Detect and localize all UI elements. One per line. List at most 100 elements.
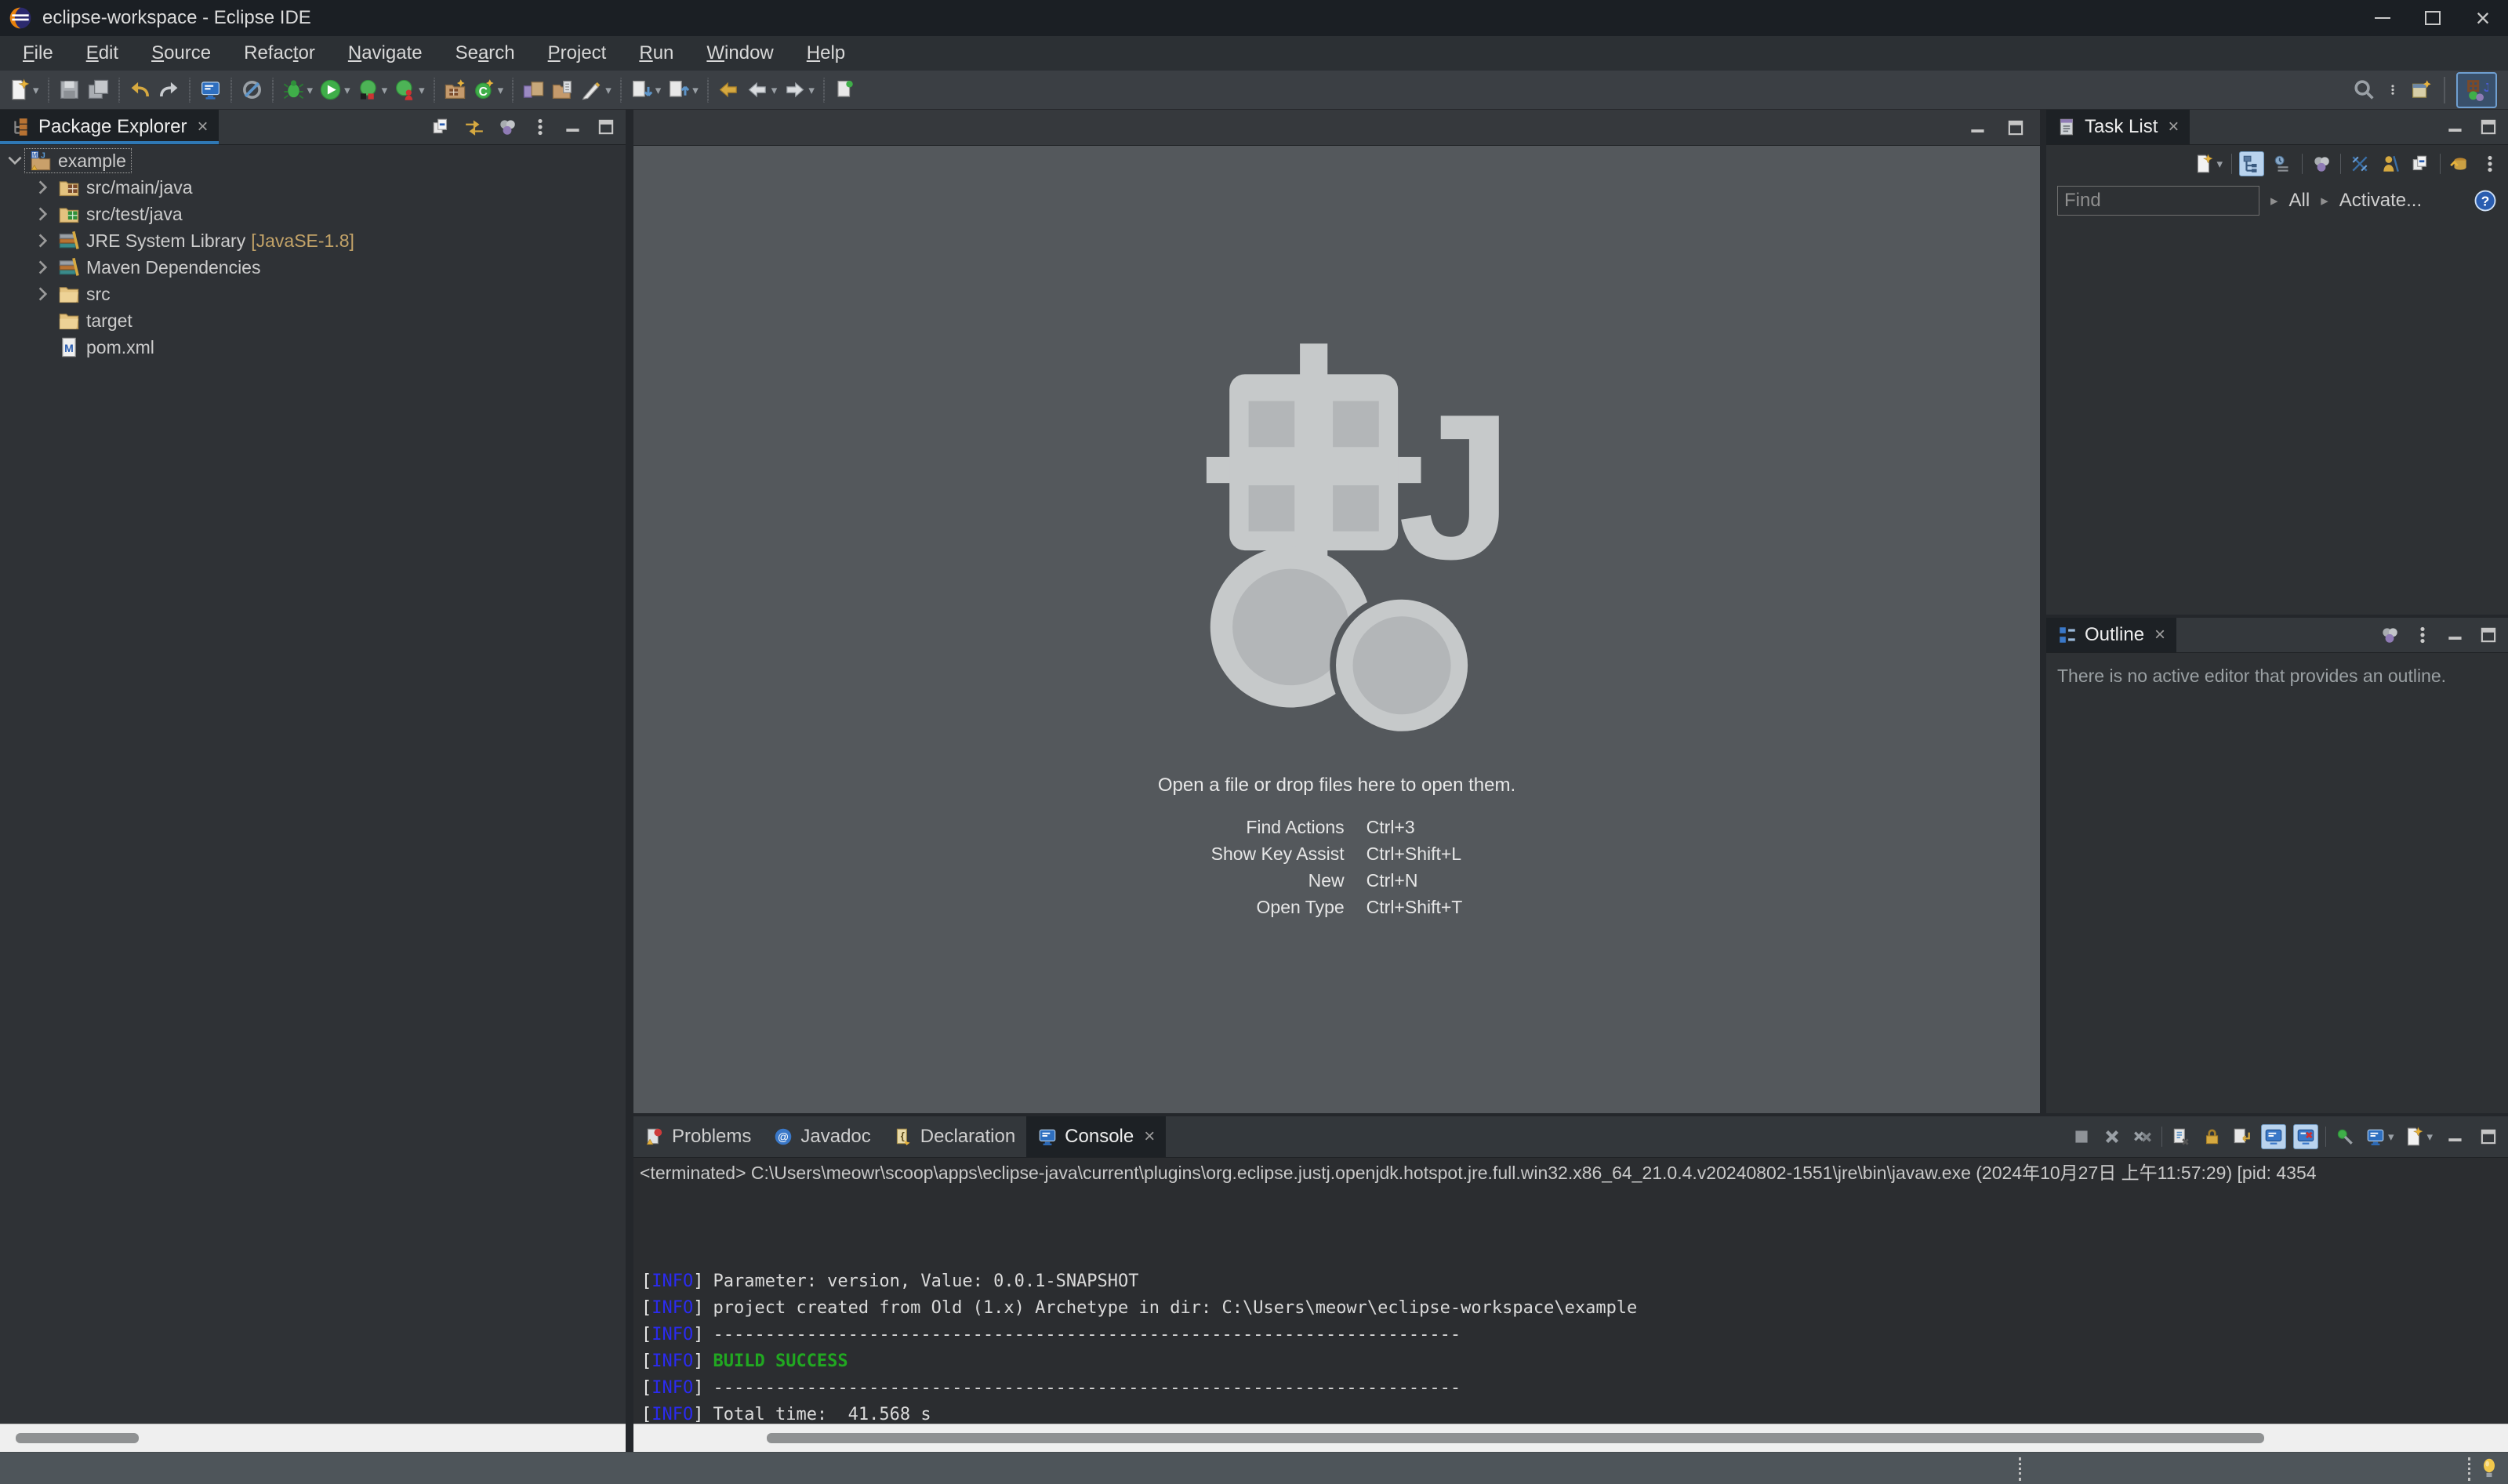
open-console-button[interactable]: ▾ bbox=[2402, 1125, 2434, 1148]
console-log[interactable]: [INFO]Parameter: version, Value: 0.0.1-S… bbox=[633, 1185, 2508, 1424]
view-menu-button[interactable]: ▾ bbox=[2478, 152, 2502, 176]
menu-item[interactable]: Help bbox=[790, 42, 862, 64]
toolbar-button[interactable]: ▾ bbox=[434, 78, 435, 103]
last-edit-location-button[interactable]: ▾ bbox=[714, 74, 743, 107]
tree-item[interactable]: src/main/java bbox=[0, 174, 626, 201]
tree-item[interactable]: target bbox=[0, 307, 626, 334]
menu-item[interactable]: Search bbox=[439, 42, 532, 64]
filter-completed-button[interactable]: ▾ bbox=[2348, 152, 2372, 176]
new-class-button[interactable]: ▾ bbox=[470, 74, 507, 107]
minimize-editor-button[interactable] bbox=[1966, 116, 1990, 140]
minimize-view-button[interactable] bbox=[2444, 115, 2467, 139]
search-icon[interactable] bbox=[2353, 78, 2376, 101]
new-java-project-button[interactable]: ▾ bbox=[441, 74, 470, 107]
package-explorer-hscrollbar[interactable] bbox=[0, 1424, 626, 1452]
menu-item[interactable]: File bbox=[6, 42, 70, 64]
minimize-window-button[interactable] bbox=[2357, 0, 2408, 36]
tab-package-explorer[interactable]: Package Explorer × bbox=[0, 110, 219, 144]
open-console-button[interactable]: ▾ bbox=[196, 74, 225, 107]
save-all-button[interactable]: ▾ bbox=[84, 74, 113, 107]
expander-icon[interactable] bbox=[33, 337, 53, 357]
maximize-view-button[interactable] bbox=[2477, 115, 2500, 139]
remove-all-terminated-button[interactable]: ▾ bbox=[2131, 1125, 2154, 1148]
redo-button[interactable]: ▾ bbox=[154, 74, 183, 107]
find-input[interactable] bbox=[2057, 186, 2259, 216]
console-area-tab[interactable]: Problems × bbox=[633, 1116, 762, 1157]
task-list-toolbar-button[interactable]: ▾ bbox=[2440, 154, 2441, 174]
tree-item[interactable]: example bbox=[0, 147, 626, 174]
tree-item[interactable]: Maven Dependencies bbox=[0, 254, 626, 281]
minimize-view-button[interactable] bbox=[561, 115, 585, 139]
previous-annotation-button[interactable]: ▾ bbox=[664, 74, 702, 107]
show-stderr-button[interactable]: ▾ bbox=[2293, 1124, 2318, 1149]
toolbar-button[interactable]: ▾ bbox=[230, 78, 232, 103]
remove-launch-button[interactable]: ▾ bbox=[2100, 1125, 2124, 1148]
mark-occurrences-button[interactable]: ▾ bbox=[577, 74, 615, 107]
word-wrap-button[interactable]: ▾ bbox=[2230, 1125, 2254, 1148]
coverage-button[interactable]: ▾ bbox=[390, 74, 428, 107]
console-area-tab[interactable]: Declaration × bbox=[882, 1116, 1026, 1157]
scrollbar-thumb[interactable] bbox=[767, 1433, 2264, 1443]
sash-vertical-left[interactable] bbox=[626, 110, 633, 1452]
skip-all-breakpoints-button[interactable]: ▾ bbox=[238, 74, 267, 107]
console-area-tab[interactable]: Javadoc × bbox=[762, 1116, 881, 1157]
new-wizard-button[interactable]: ▾ bbox=[5, 74, 42, 107]
sash-vertical-right[interactable] bbox=[2040, 110, 2046, 1113]
console-area-tab[interactable]: Console × bbox=[1026, 1116, 1166, 1157]
next-annotation-button[interactable]: ▾ bbox=[627, 74, 665, 107]
menu-item[interactable]: Refactor bbox=[227, 42, 332, 64]
toolbar-button[interactable]: ▾ bbox=[707, 78, 709, 103]
task-list-toolbar-button[interactable]: ▾ bbox=[2302, 154, 2303, 174]
console-hscrollbar[interactable] bbox=[633, 1424, 2508, 1452]
close-tab-icon[interactable]: × bbox=[1144, 1126, 1155, 1148]
java-perspective-button[interactable] bbox=[2456, 72, 2497, 108]
maximize-window-button[interactable] bbox=[2408, 0, 2458, 36]
display-console-button[interactable]: ▾ bbox=[2364, 1125, 2396, 1148]
synchronize-button[interactable]: ▾ bbox=[2448, 152, 2471, 176]
terminate-button[interactable]: ▾ bbox=[2070, 1125, 2093, 1148]
open-perspective-icon[interactable] bbox=[2410, 78, 2433, 101]
lightbulb-icon[interactable] bbox=[2478, 1457, 2500, 1480]
clear-console-button[interactable]: ▾ bbox=[2169, 1125, 2193, 1148]
tree-item[interactable]: JRE System Library [JavaSE-1.8] bbox=[0, 227, 626, 254]
task-list-toolbar-button[interactable]: ▾ bbox=[2340, 154, 2341, 174]
view-menu-icon[interactable] bbox=[2386, 78, 2399, 101]
view-menu-button[interactable] bbox=[2411, 623, 2434, 647]
maximize-view-button[interactable] bbox=[2477, 1125, 2500, 1148]
minimize-view-button[interactable] bbox=[2444, 1125, 2467, 1148]
menu-item[interactable]: Source bbox=[135, 42, 227, 64]
filter-my-tasks-button[interactable]: ▾ bbox=[2379, 152, 2402, 176]
tree-item[interactable]: src bbox=[0, 281, 626, 307]
expander-icon[interactable] bbox=[5, 151, 25, 171]
maximize-editor-button[interactable] bbox=[2004, 116, 2027, 140]
forward-button[interactable]: ▾ bbox=[780, 74, 818, 107]
debug-button[interactable]: ▾ bbox=[354, 74, 391, 107]
editor-empty-canvas[interactable]: J Open a file or drop files here to open… bbox=[633, 146, 2040, 1113]
pin-editor-button[interactable]: ▾ bbox=[830, 74, 859, 107]
menu-item[interactable]: Edit bbox=[70, 42, 135, 64]
expander-icon[interactable] bbox=[33, 284, 53, 304]
console-toolbar-button[interactable]: ▾ bbox=[2325, 1127, 2326, 1147]
task-list-toolbar-button[interactable]: ▾ bbox=[2231, 154, 2232, 174]
scope-all-button[interactable]: All bbox=[2289, 190, 2310, 212]
new-task-button[interactable]: ▾ bbox=[2192, 152, 2224, 176]
collapse-all-button[interactable] bbox=[430, 115, 453, 139]
expander-icon[interactable] bbox=[33, 204, 53, 224]
scheduled-view-button[interactable]: ▾ bbox=[2271, 152, 2295, 176]
expander-icon[interactable] bbox=[33, 230, 53, 251]
menu-item[interactable]: Run bbox=[622, 42, 690, 64]
activate-button[interactable]: Activate... bbox=[2339, 190, 2422, 212]
scroll-lock-button[interactable]: ▾ bbox=[2200, 1125, 2223, 1148]
focus-on-active-task-button[interactable] bbox=[2378, 623, 2401, 647]
focus-on-workweek-button[interactable]: ▾ bbox=[2310, 152, 2333, 176]
link-with-editor-button[interactable] bbox=[463, 115, 486, 139]
close-window-button[interactable]: × bbox=[2458, 0, 2508, 36]
open-task-button[interactable]: ▾ bbox=[548, 74, 577, 107]
back-button[interactable]: ▾ bbox=[743, 74, 781, 107]
expander-icon[interactable] bbox=[33, 177, 53, 198]
toolbar-button[interactable]: ▾ bbox=[620, 78, 622, 103]
show-stdout-button[interactable]: ▾ bbox=[2261, 1124, 2286, 1149]
pin-console-button[interactable]: ▾ bbox=[2333, 1125, 2357, 1148]
toolbar-button[interactable]: ▾ bbox=[823, 78, 825, 103]
expander-icon[interactable] bbox=[33, 257, 53, 278]
